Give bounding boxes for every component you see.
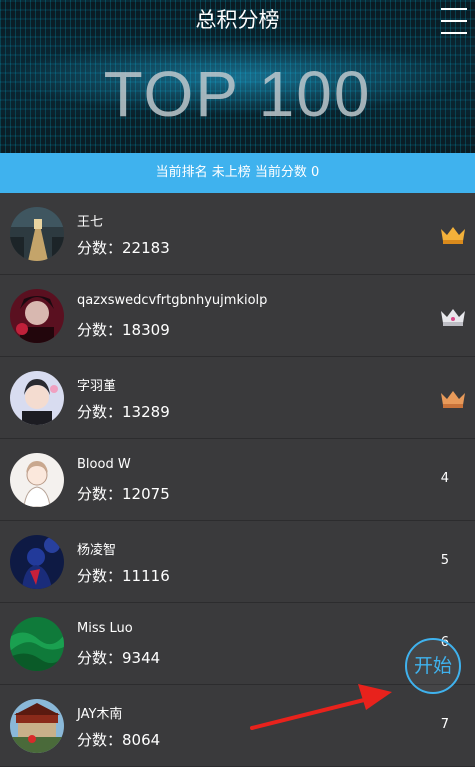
start-button[interactable]: 开始 [405, 638, 461, 694]
red-arrow-annotation [250, 684, 392, 730]
